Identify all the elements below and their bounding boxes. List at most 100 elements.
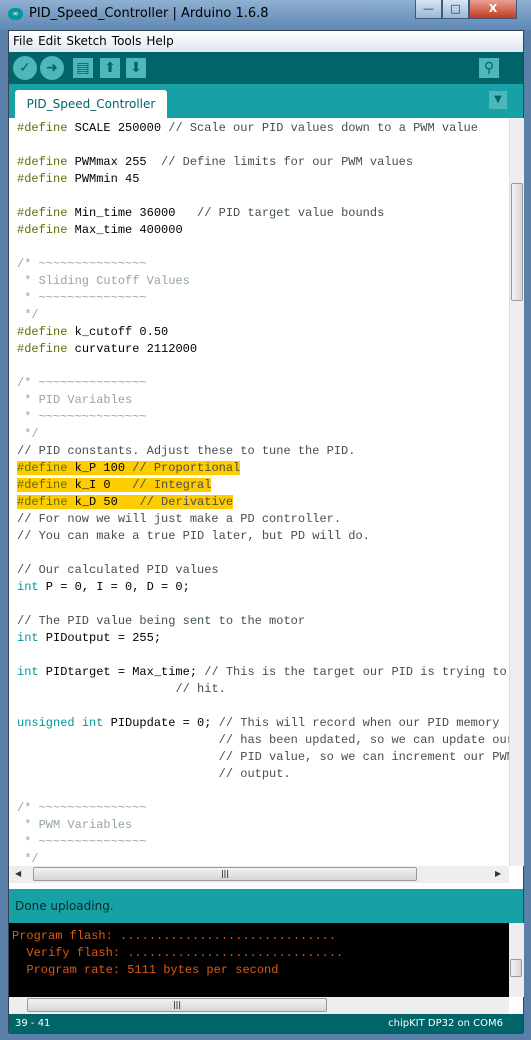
code-token: /* ~~~~~~~~~~~~~~~	[17, 801, 147, 815]
scroll-thumb[interactable]: |||	[27, 998, 327, 1012]
code-token: * Sliding Cutoff Values	[17, 274, 190, 288]
code-token: #define	[17, 172, 68, 186]
code-token: // Proportional	[132, 461, 241, 475]
code-text: #define SCALE 250000 // Scale our PID va…	[17, 120, 509, 866]
code-token: */	[17, 427, 39, 441]
code-token: * PWM Variables	[17, 818, 133, 832]
verify-button[interactable]: ✓	[13, 56, 37, 80]
code-token: #define	[17, 155, 68, 169]
tab-menu-button[interactable]: ▼	[489, 91, 507, 109]
code-token: k_D 50	[67, 495, 140, 509]
code-token: PIDoutput = 255;	[38, 631, 162, 645]
code-token: * ~~~~~~~~~~~~~~~	[17, 835, 147, 849]
code-token: k_P 100	[67, 461, 133, 475]
code-token: unsigned	[17, 716, 75, 730]
console-vertical-scrollbar[interactable]	[509, 923, 524, 997]
code-token: #define	[17, 495, 68, 509]
code-line: int PIDoutput = 255;	[17, 630, 509, 647]
minimize-button[interactable]: —	[415, 0, 442, 19]
code-line: * ~~~~~~~~~~~~~~~	[17, 290, 509, 307]
code-token: // has been updated, so we can update ou…	[218, 733, 509, 747]
code-token: // output.	[218, 767, 291, 781]
code-line: /* ~~~~~~~~~~~~~~~	[17, 800, 509, 817]
code-token: PWMmin 45	[67, 172, 140, 186]
code-token: #define	[17, 325, 68, 339]
save-button[interactable]: ⬇	[126, 58, 146, 78]
code-token: Min_time 36000	[67, 206, 198, 220]
arduino-logo-icon: ∞	[8, 8, 23, 20]
code-token: /* ~~~~~~~~~~~~~~~	[17, 257, 147, 271]
code-token: // PID value, so we can increment our PW…	[218, 750, 509, 764]
code-line: #define k_cutoff 0.50	[17, 324, 509, 341]
code-line: #define k_D 50 // Derivative	[17, 494, 509, 511]
code-line: * ~~~~~~~~~~~~~~~	[17, 409, 509, 426]
menu-tools[interactable]: Tools	[108, 31, 142, 48]
code-line: int P = 0, I = 0, D = 0;	[17, 579, 509, 596]
console-horizontal-scrollbar[interactable]: |||	[9, 997, 509, 1014]
menu-help[interactable]: Help	[142, 31, 173, 48]
open-button[interactable]: ⬆	[100, 58, 120, 78]
new-button[interactable]: ▤	[73, 58, 93, 78]
code-token: /* ~~~~~~~~~~~~~~~	[17, 376, 147, 390]
code-token: // Integral	[132, 478, 212, 492]
code-line: * PID Variables	[17, 392, 509, 409]
code-line: #define Min_time 36000 // PID target val…	[17, 205, 509, 222]
code-token: // hit.	[175, 682, 226, 696]
code-token: #define	[17, 121, 68, 135]
code-line: unsigned int PIDupdate = 0; // This will…	[17, 715, 509, 732]
code-token: * ~~~~~~~~~~~~~~~	[17, 410, 147, 424]
editor-vertical-scrollbar[interactable]	[509, 118, 524, 866]
code-token: PIDupdate = 0;	[103, 716, 219, 730]
scroll-thumb[interactable]	[510, 959, 522, 977]
scroll-right-icon[interactable]: ▶	[495, 869, 501, 878]
scroll-thumb[interactable]	[511, 183, 523, 301]
scroll-left-icon[interactable]: ◀	[15, 869, 21, 878]
code-token: int	[17, 631, 39, 645]
close-button[interactable]: X	[469, 0, 517, 19]
console-output: Program flash: .........................…	[9, 923, 509, 997]
code-token: // The PID value being sent to the motor	[17, 614, 306, 628]
menu-bar: File Edit Sketch Tools Help	[9, 31, 523, 52]
code-line: #define PWMmin 45	[17, 171, 509, 188]
code-token: #define	[17, 478, 68, 492]
code-line: /* ~~~~~~~~~~~~~~~	[17, 256, 509, 273]
code-editor[interactable]: #define SCALE 250000 // Scale our PID va…	[9, 118, 509, 866]
code-line: */	[17, 851, 509, 866]
code-token: int	[17, 665, 39, 679]
menu-sketch[interactable]: Sketch	[62, 31, 106, 48]
board-port: chipKIT DP32 on COM6	[388, 1018, 503, 1029]
code-line: #define curvature 2112000	[17, 341, 509, 358]
editor-horizontal-scrollbar[interactable]: ◀ ||| ▶	[9, 866, 509, 883]
code-line: * Sliding Cutoff Values	[17, 273, 509, 290]
serial-monitor-button[interactable]: ⚲	[479, 58, 499, 78]
code-token: SCALE 250000	[67, 121, 169, 135]
code-token: PIDtarget = Max_time;	[38, 665, 205, 679]
code-token: k_I 0	[67, 478, 133, 492]
console-line: Program rate: 5111 bytes per second	[12, 963, 279, 977]
upload-button[interactable]: ➜	[40, 56, 64, 80]
code-token: // This is the target our PID is trying …	[204, 665, 507, 679]
code-line: // For now we will just make a PD contro…	[17, 511, 509, 528]
code-token: // For now we will just make a PD contro…	[17, 512, 342, 526]
code-line: // Our calculated PID values	[17, 562, 509, 579]
scroll-thumb[interactable]: |||	[33, 867, 417, 881]
menu-file[interactable]: File	[9, 31, 33, 48]
code-token: */	[17, 852, 39, 866]
menu-edit[interactable]: Edit	[34, 31, 61, 48]
code-token: #define	[17, 206, 68, 220]
code-token: // You can make a true PID later, but PD…	[17, 529, 370, 543]
maximize-button[interactable]: □	[442, 0, 469, 19]
title-bar: ∞ PID_Speed_Controller | Arduino 1.6.8 —…	[0, 0, 531, 30]
cursor-position: 39 - 41	[15, 1018, 51, 1029]
tab-pid-speed-controller[interactable]: PID_Speed_Controller	[15, 90, 167, 118]
code-line: * ~~~~~~~~~~~~~~~	[17, 834, 509, 851]
toolbar: ✓ ➜ ▤ ⬆ ⬇ ⚲	[9, 52, 523, 84]
